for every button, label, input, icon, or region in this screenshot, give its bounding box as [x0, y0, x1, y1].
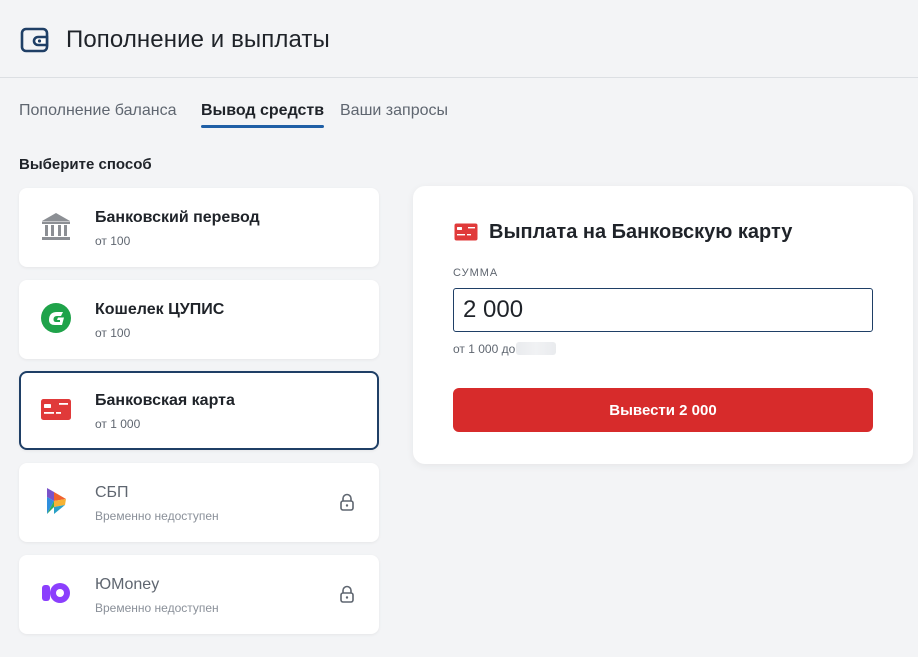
sbp-icon	[47, 488, 66, 514]
page-title: Пополнение и выплаты	[66, 26, 330, 53]
method-status: Временно недоступен	[95, 601, 219, 615]
lock-icon	[340, 493, 354, 511]
amount-range-text: от 1 000 до	[453, 342, 516, 356]
amount-range-hint: от 1 000 до	[453, 342, 557, 356]
method-name: Кошелек ЦУПИС	[95, 301, 225, 318]
tab-requests[interactable]: Ваши запросы	[340, 102, 448, 128]
method-status: Временно недоступен	[95, 509, 219, 523]
payout-panel: Выплата на Банковскую карту СУММА от 1 0…	[413, 186, 913, 464]
yoomoney-icon	[42, 583, 70, 603]
method-name: СБП	[95, 484, 129, 501]
lock-icon	[340, 585, 354, 603]
tab-withdraw[interactable]: Вывод средств	[201, 102, 325, 128]
page-header: Пополнение и выплаты	[0, 0, 918, 78]
method-min-amount: от 100	[95, 234, 131, 248]
wallet-icon	[20, 27, 49, 53]
method-bank-transfer[interactable]: Банковский перевод от 100	[19, 188, 379, 267]
method-min-amount: от 100	[95, 326, 131, 340]
redacted-max-amount	[516, 342, 557, 355]
bank-card-icon	[41, 399, 71, 420]
withdraw-button[interactable]: Вывести 2 000	[453, 388, 873, 432]
method-name: Банковская карта	[95, 392, 235, 409]
method-min-amount: от 1 000	[95, 417, 141, 431]
payments-page: Пополнение и выплаты Пополнение баланса …	[0, 0, 918, 657]
bank-card-icon	[454, 223, 478, 241]
tab-deposit[interactable]: Пополнение баланса	[19, 102, 176, 128]
method-cupis-wallet[interactable]: Кошелек ЦУПИС от 100	[19, 280, 379, 359]
method-name: Банковский перевод	[95, 209, 260, 226]
amount-label: СУММА	[453, 267, 499, 279]
payout-title: Выплата на Банковскую карту	[489, 221, 793, 243]
bank-icon	[42, 213, 70, 240]
section-label: Выберите способ	[19, 156, 152, 173]
method-sbp[interactable]: СБП Временно недоступен	[19, 463, 379, 542]
cupis-wallet-icon	[41, 303, 71, 333]
method-bank-card[interactable]: Банковская карта от 1 000	[19, 371, 379, 450]
amount-input[interactable]	[453, 288, 873, 332]
method-name: ЮMoney	[95, 576, 160, 593]
method-yoomoney[interactable]: ЮMoney Временно недоступен	[19, 555, 379, 634]
